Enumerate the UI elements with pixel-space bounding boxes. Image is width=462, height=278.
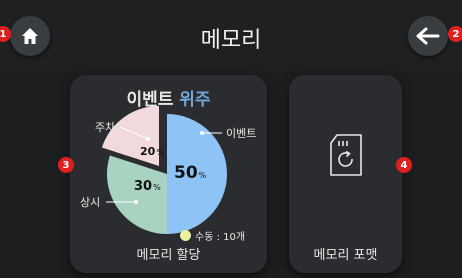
- memory-format-card[interactable]: 메모리 포맷: [289, 75, 402, 273]
- manual-count-legend: 수동 : 10개: [180, 228, 245, 243]
- callout-marker-2: 2: [448, 26, 462, 42]
- header-bar: 메모리: [0, 0, 462, 70]
- memory-allocation-pie: 이벤트 주차 상시 50% 30% 20%: [80, 106, 256, 234]
- back-button[interactable]: [408, 16, 448, 56]
- sd-card-refresh-icon: [330, 134, 362, 176]
- legend-text: 수동 : 10개: [195, 232, 246, 243]
- leader-dot-always: [134, 200, 138, 204]
- callout-marker-4: 4: [396, 157, 412, 173]
- legend-dot: [180, 230, 191, 241]
- pie-slice-always: [106, 155, 167, 234]
- memory-allocation-label: 메모리 할당: [136, 248, 201, 263]
- slice-label-event: 이벤트: [226, 127, 256, 140]
- memory-allocation-card[interactable]: 이벤트 위주 이벤트 주차 상시 50% 30% 20% 수동 : 10개 메모…: [70, 75, 267, 273]
- memory-format-label: 메모리 포맷: [313, 248, 378, 263]
- callout-marker-3: 3: [58, 157, 74, 173]
- slice-pct-parking: 20%: [140, 145, 164, 158]
- leader-dot-event: [200, 131, 204, 135]
- page-title: 메모리: [200, 28, 262, 53]
- slice-label-always: 상시: [80, 196, 100, 209]
- leader-dot-parking: [146, 137, 150, 141]
- slice-label-parking: 주차: [95, 121, 115, 134]
- back-arrow-icon: [416, 27, 440, 45]
